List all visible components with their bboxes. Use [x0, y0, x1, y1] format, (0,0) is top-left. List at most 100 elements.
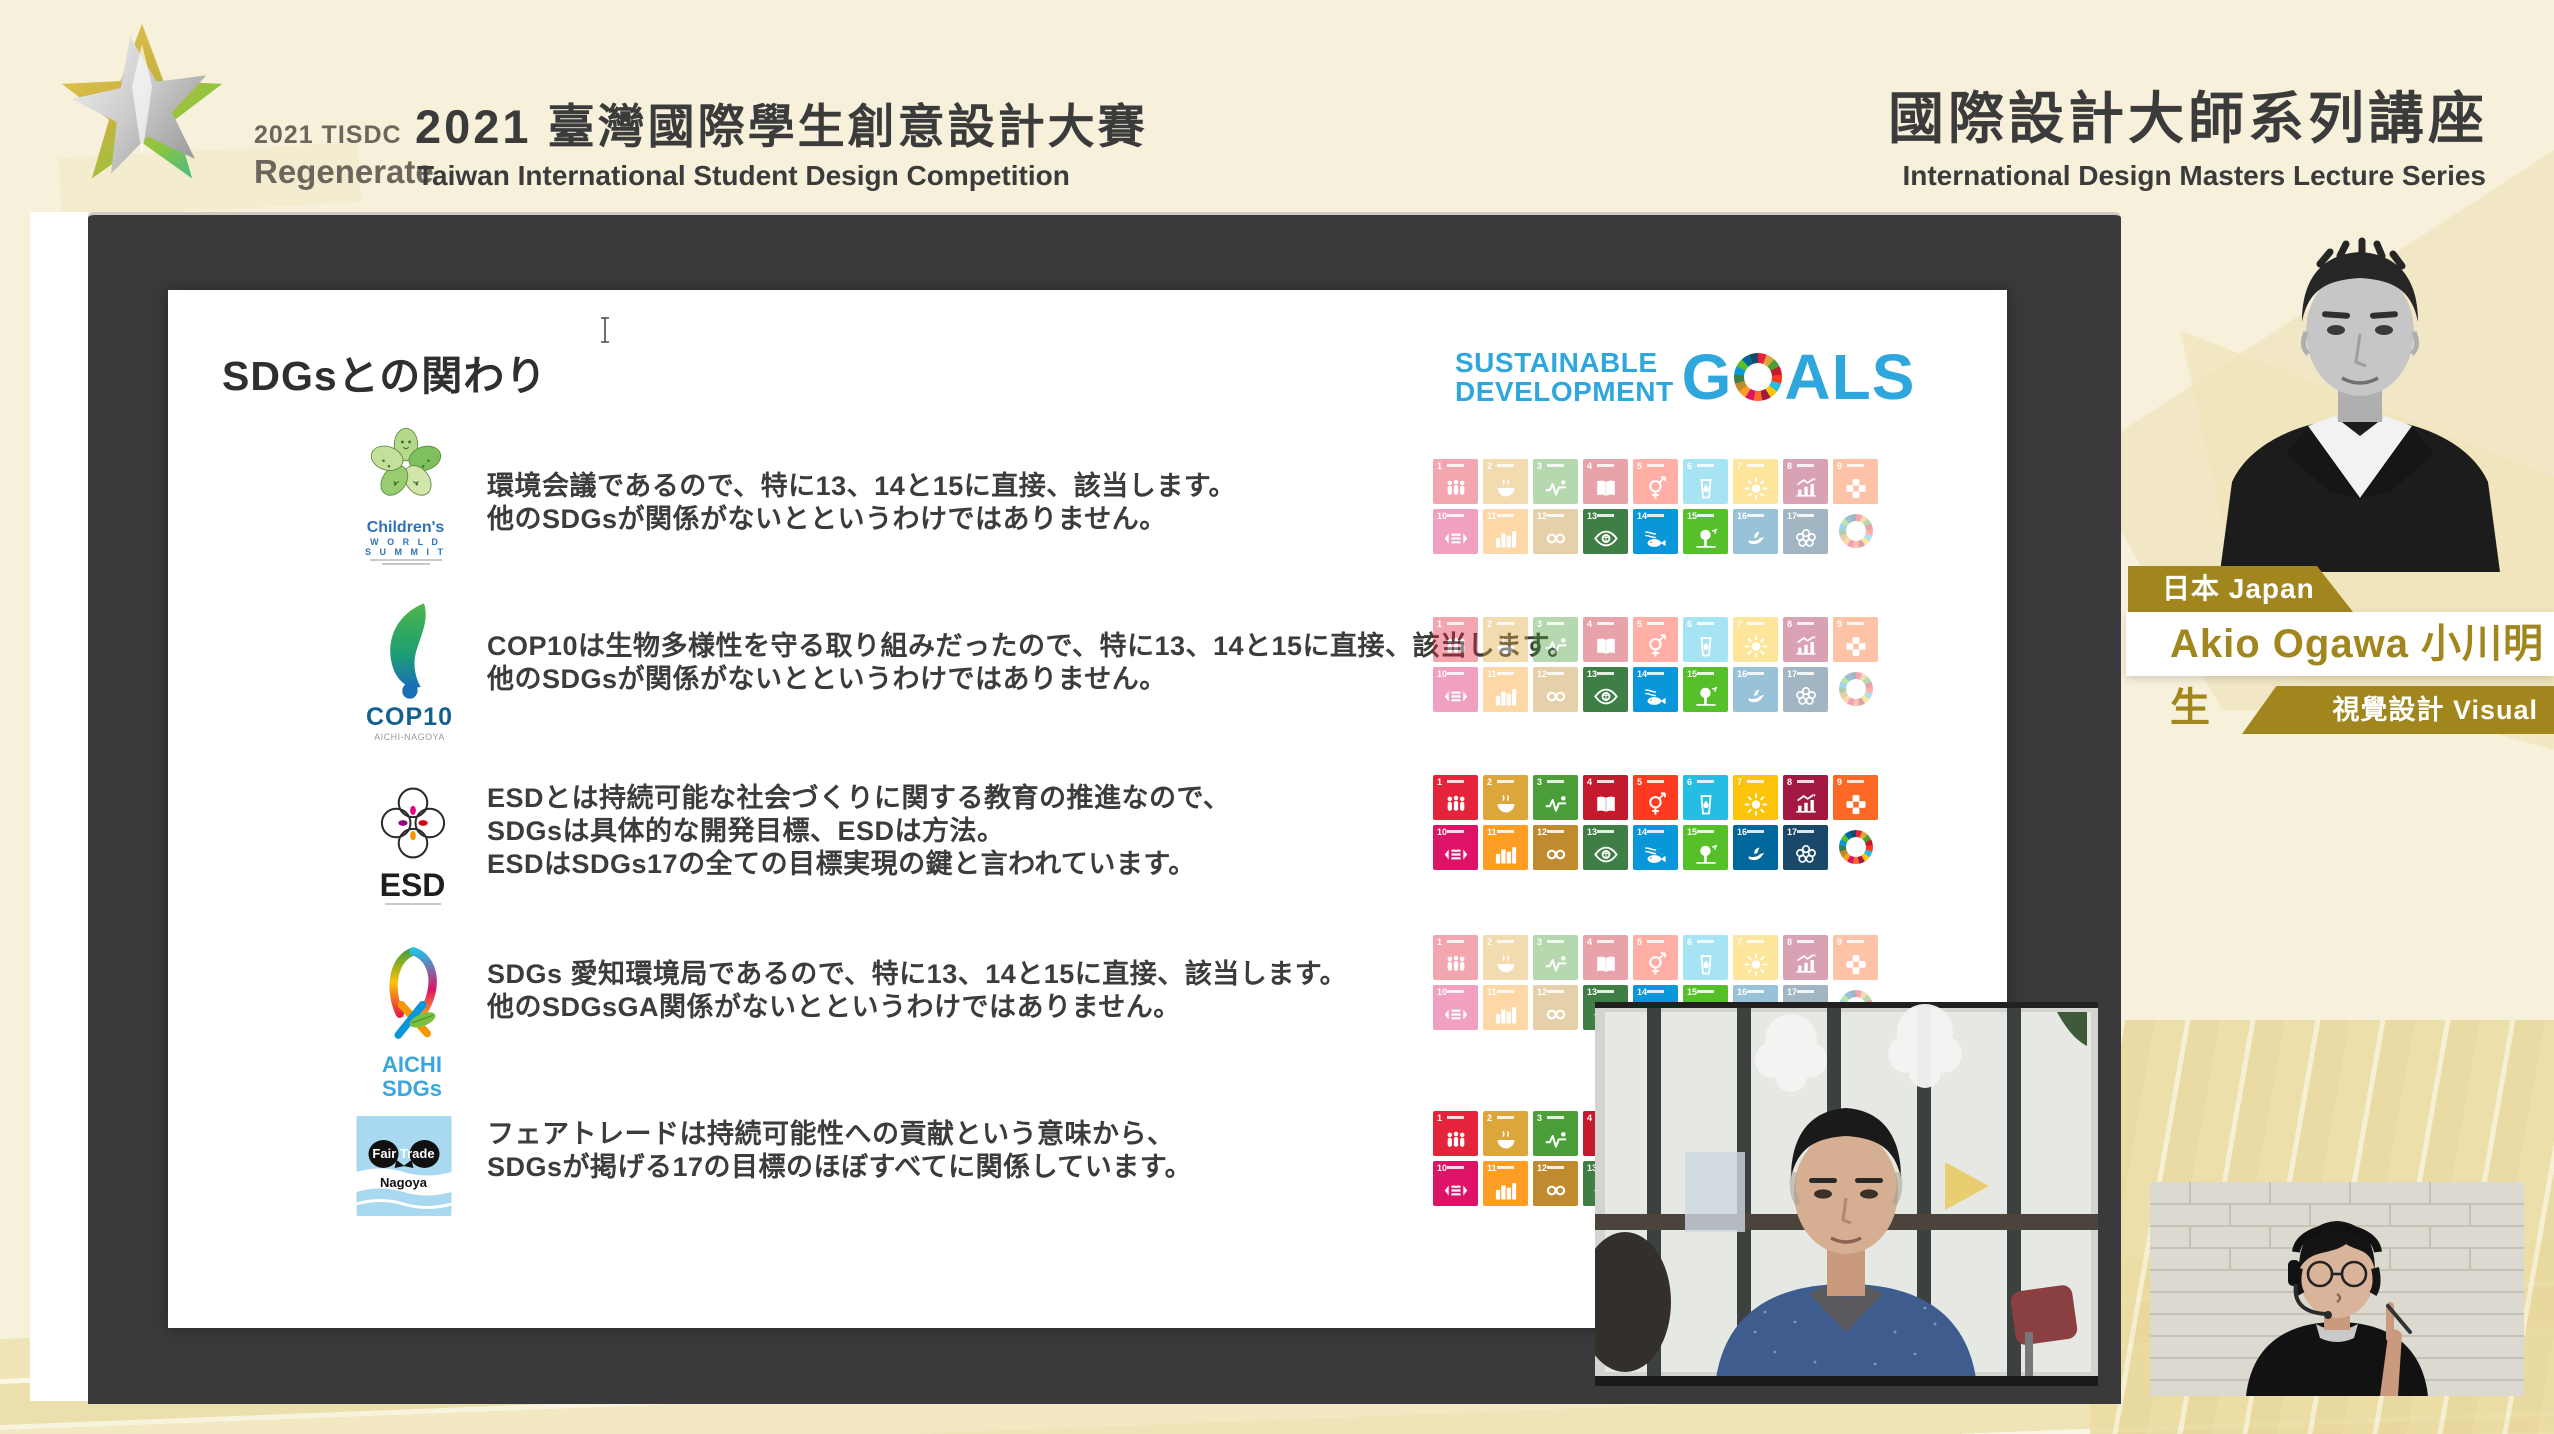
sdg-goal-9-icon: 9	[1833, 935, 1878, 980]
sdg-goal-5-icon: 5	[1633, 617, 1678, 662]
esd-logo: ESD	[360, 782, 465, 905]
sdg-goal-16-icon: 16	[1733, 509, 1778, 554]
aichi-caption: SDGs	[356, 1077, 468, 1101]
sdg-goal-9-icon: 9	[1833, 459, 1878, 504]
sdg-goal-2-icon: 2	[1483, 1111, 1528, 1156]
sdg-goal-9-icon: 9	[1833, 617, 1878, 662]
sdg-wheel-icon	[1833, 667, 1878, 712]
row-text-aichi: SDGs 愛知環境局であるので、特に13、14と15に直接、該当します。 他のS…	[487, 958, 1347, 1024]
sdg-goal-15-icon: 15	[1683, 825, 1728, 870]
fair-trade-icon: Fair Trade Nagoya	[356, 1116, 452, 1216]
sdg-goal-1-icon: 1	[1433, 935, 1478, 980]
tisdc-star-logo-icon	[56, 16, 228, 192]
sdg-goal-3-icon: 3	[1533, 775, 1578, 820]
row-text-children: 環境会議であるので、特に13、14と15に直接、該当します。 他のSDGsが関係…	[487, 470, 1236, 536]
sdg-goal-13-icon: 13	[1583, 509, 1628, 554]
sdg-logo-line2: DEVELOPMENT	[1455, 377, 1674, 406]
sdg-goal-6-icon: 6	[1683, 935, 1728, 980]
sdg-goal-5-icon: 5	[1633, 775, 1678, 820]
tisdc-logo-text: 2021 TISDC Regenerate	[254, 122, 434, 190]
ibeam-cursor-icon	[598, 316, 612, 344]
row-text-esd: ESDとは持続可能な社会づくりに関する教育の推進なので、 SDGsは具体的な開発…	[487, 782, 1230, 881]
cop10-logo: COP10 AICHI-NAGOYA	[352, 600, 467, 742]
sdg-goal-15-icon: 15	[1683, 667, 1728, 712]
aichi-caption: AICHI	[356, 1053, 468, 1077]
sdg-goal-2-icon: 2	[1483, 459, 1528, 504]
sdg-goal-5-icon: 5	[1633, 935, 1678, 980]
sdg-goal-9-icon: 9	[1833, 775, 1878, 820]
lecture-series-title-en: International Design Masters Lecture Ser…	[1902, 160, 2486, 192]
children-summit-caption: Children's	[348, 519, 463, 537]
aichi-sdgs-logo: AICHI SDGs	[356, 940, 468, 1101]
event-header: 2021 TISDC Regenerate 2021 臺灣國際學生創意設計大賽 …	[0, 0, 2554, 212]
sdg-goal-1-icon: 1	[1433, 617, 1478, 662]
caption-fineprint-bar	[385, 903, 441, 905]
speaker-portrait-photo	[2190, 230, 2530, 572]
speaker-role-badge: 視覺設計 Visual Design	[2242, 686, 2554, 734]
sdg-wheel-icon	[1833, 825, 1878, 870]
speaker-webcam-video[interactable]	[1595, 1002, 2098, 1386]
sdg-goal-3-icon: 3	[1533, 935, 1578, 980]
sdg-goal-1-icon: 1	[1433, 775, 1478, 820]
interpreter-webcam-video[interactable]	[2150, 1182, 2524, 1396]
row-text-fairtrade: フェアトレードは持続可能性への貢献という意味から、 SDGsが掲げる17の目標の…	[487, 1118, 1192, 1184]
cop10-leaf-icon	[373, 600, 447, 700]
sdg-grid-1: 1234567891011121314151617	[1433, 459, 1878, 554]
sdg-goal-15-icon: 15	[1683, 509, 1728, 554]
sdg-goal-4-icon: 4	[1583, 459, 1628, 504]
sdg-goals-word: G ALS	[1682, 340, 1916, 414]
fair-trade-caption: Fair Trade	[372, 1146, 434, 1161]
caption-fineprint-bar	[382, 563, 430, 565]
sdg-goal-12-icon: 12	[1533, 985, 1578, 1030]
sdg-goal-3-icon: 3	[1533, 617, 1578, 662]
sdg-goal-8-icon: 8	[1783, 775, 1828, 820]
sdg-grid-3: 1234567891011121314151617	[1433, 775, 1878, 870]
window-left-margin	[30, 212, 88, 1401]
sdg-goal-11-icon: 11	[1483, 667, 1528, 712]
fair-trade-nagoya-logo: Fair Trade Nagoya	[352, 1116, 456, 1221]
country-label: 日本 Japan	[2162, 573, 2315, 604]
speaker-webcam-scene	[1595, 1002, 2098, 1386]
children-summit-flower-icon	[361, 424, 451, 512]
interpreter-webcam-scene	[2150, 1182, 2524, 1396]
sdg-goal-14-icon: 14	[1633, 509, 1678, 554]
sdg-goal-17-icon: 17	[1783, 667, 1828, 712]
sdg-goal-4-icon: 4	[1583, 935, 1628, 980]
sdg-goal-4-icon: 4	[1583, 617, 1628, 662]
sdg-goal-3-icon: 3	[1533, 1111, 1578, 1156]
text-line: 他のSDGsが関係がないとというわけではありません。	[487, 503, 1236, 536]
esd-caption: ESD	[360, 869, 465, 901]
sdg-goal-7-icon: 7	[1733, 459, 1778, 504]
sdg-goal-16-icon: 16	[1733, 825, 1778, 870]
children-world-summit-logo: Children's W O R L D S U M M I T	[348, 424, 463, 565]
sdg-goal-10-icon: 10	[1433, 667, 1478, 712]
sdg-goal-6-icon: 6	[1683, 775, 1728, 820]
text-line: 環境会議であるので、特に13、14と15に直接、該当します。	[487, 470, 1236, 503]
sdg-goal-13-icon: 13	[1583, 825, 1628, 870]
sdg-goal-12-icon: 12	[1533, 825, 1578, 870]
text-line: 他のSDGsGA関係がないとというわけではありません。	[487, 991, 1347, 1024]
sdg-goal-17-icon: 17	[1783, 509, 1828, 554]
sdg-goal-2-icon: 2	[1483, 775, 1528, 820]
text-line: ESDはSDGs17の全ての目標実現の鍵と言われています。	[487, 848, 1230, 881]
sdg-goal-11-icon: 11	[1483, 985, 1528, 1030]
sdg-goal-10-icon: 10	[1433, 1161, 1478, 1206]
row-text-cop10: COP10は生物多様性を守る取り組みだったので、特に13、14と15に直接、該当…	[487, 630, 1575, 696]
text-line: COP10は生物多様性を守る取り組みだったので、特に13、14と15に直接、該当…	[487, 630, 1575, 663]
sdg-goal-6-icon: 6	[1683, 459, 1728, 504]
children-summit-caption: W O R L D	[348, 537, 463, 547]
sdg-goal-5-icon: 5	[1633, 459, 1678, 504]
sdg-goal-1-icon: 1	[1433, 459, 1478, 504]
caption-fineprint-bar	[370, 559, 442, 561]
sdg-goal-8-icon: 8	[1783, 935, 1828, 980]
sdg-goal-6-icon: 6	[1683, 617, 1728, 662]
goals-letter-g: G	[1682, 340, 1733, 414]
sdg-goal-10-icon: 10	[1433, 509, 1478, 554]
aichi-ribbon-icon	[374, 940, 450, 1048]
sdg-logo-line1: SUSTAINABLE	[1455, 348, 1674, 377]
slide-title: SDGsとの関わり	[222, 342, 547, 402]
sdg-grid-2: 1234567891011121314151617	[1433, 617, 1878, 712]
sdg-goal-14-icon: 14	[1633, 667, 1678, 712]
cop10-subcaption: AICHI-NAGOYA	[352, 732, 467, 742]
sdg-goal-11-icon: 11	[1483, 509, 1528, 554]
